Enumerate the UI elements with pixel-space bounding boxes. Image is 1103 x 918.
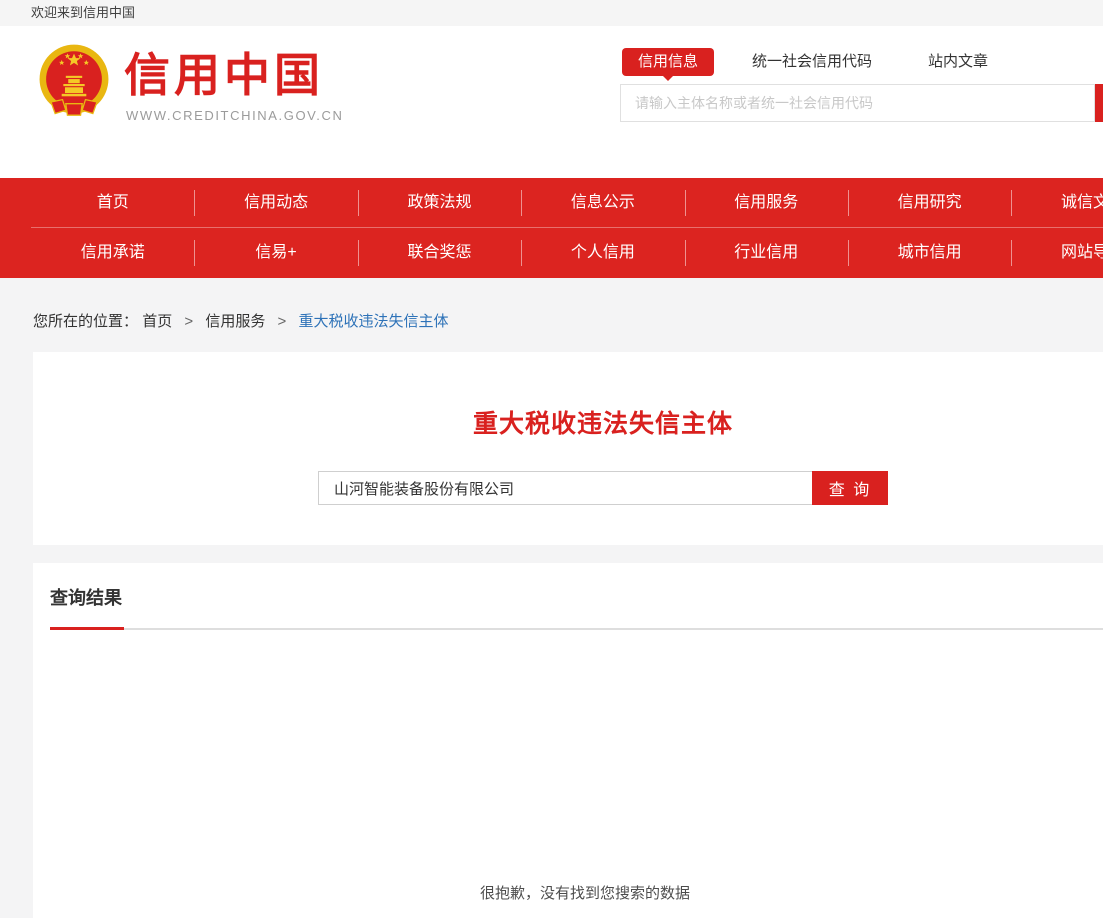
site-header: 信用中国 WWW.CREDITCHINA.GOV.CN 信用信息 统一社会信用代… — [0, 26, 1103, 178]
nav-item[interactable]: 首页 — [31, 178, 194, 228]
nav-item[interactable]: 政策法规 — [358, 178, 521, 228]
national-emblem-logo[interactable] — [33, 40, 115, 128]
panel-gap — [0, 545, 1103, 563]
breadcrumb-label: 您所在的位置： — [33, 313, 138, 330]
page-title: 重大税收违法失信主体 — [33, 352, 1103, 440]
results-panel: 查询结果 很抱歉，没有找到您搜索的数据 — [33, 563, 1103, 918]
tab-site-articles[interactable]: 站内文章 — [928, 48, 988, 76]
welcome-text: 欢迎来到信用中国 — [31, 5, 135, 20]
nav-item[interactable]: 诚信文化 — [1011, 178, 1103, 228]
tab-unified-social-credit-code[interactable]: 统一社会信用代码 — [752, 48, 872, 76]
welcome-bar: 欢迎来到信用中国 — [0, 0, 1103, 26]
breadcrumb-home[interactable]: 首页 — [142, 313, 172, 330]
nav-row-2: 信用承诺信易+联合奖惩个人信用行业信用城市信用网站导航 — [31, 228, 1103, 278]
search-panel: 重大税收违法失信主体 查 询 — [33, 352, 1103, 545]
results-section-title: 查询结果 — [50, 584, 124, 619]
tab-credit-info[interactable]: 信用信息 — [622, 48, 714, 76]
breadcrumb-separator: > — [184, 313, 193, 330]
breadcrumb-current-page[interactable]: 重大税收违法失信主体 — [298, 313, 448, 330]
header-search-input[interactable] — [620, 84, 1095, 122]
breadcrumb: 您所在的位置： 首页 > 信用服务 > 重大税收违法失信主体 — [0, 278, 1103, 352]
nav-item[interactable]: 联合奖惩 — [358, 228, 521, 278]
nav-item[interactable]: 信用承诺 — [31, 228, 194, 278]
main-navigation: 首页信用动态政策法规信息公示信用服务信用研究诚信文化 信用承诺信易+联合奖惩个人… — [0, 178, 1103, 278]
site-brand-name[interactable]: 信用中国 — [124, 52, 324, 98]
nav-item[interactable]: 城市信用 — [848, 228, 1011, 278]
nav-item[interactable]: 信易+ — [194, 228, 357, 278]
empty-results-message: 很抱歉，没有找到您搜索的数据 — [50, 882, 1103, 903]
nav-item[interactable]: 行业信用 — [685, 228, 848, 278]
nav-item[interactable]: 信用服务 — [685, 178, 848, 228]
nav-item[interactable]: 个人信用 — [521, 228, 684, 278]
page-background: 您所在的位置： 首页 > 信用服务 > 重大税收违法失信主体 重大税收违法失信主… — [0, 278, 1103, 918]
query-button[interactable]: 查 询 — [812, 471, 888, 505]
header-search-button[interactable] — [1095, 84, 1103, 122]
nav-item[interactable]: 信用动态 — [194, 178, 357, 228]
nav-item[interactable]: 网站导航 — [1011, 228, 1103, 278]
results-section-head: 查询结果 — [50, 584, 1103, 630]
site-url: WWW.CREDITCHINA.GOV.CN — [126, 108, 343, 123]
nav-item[interactable]: 信息公示 — [521, 178, 684, 228]
entity-search-input[interactable] — [318, 471, 812, 505]
nav-row-1: 首页信用动态政策法规信息公示信用服务信用研究诚信文化 — [31, 178, 1103, 228]
breadcrumb-credit-services[interactable]: 信用服务 — [205, 313, 265, 330]
nav-item[interactable]: 信用研究 — [848, 178, 1011, 228]
header-search-area: 信用信息 统一社会信用代码 站内文章 — [620, 26, 1103, 178]
breadcrumb-separator: > — [278, 313, 287, 330]
